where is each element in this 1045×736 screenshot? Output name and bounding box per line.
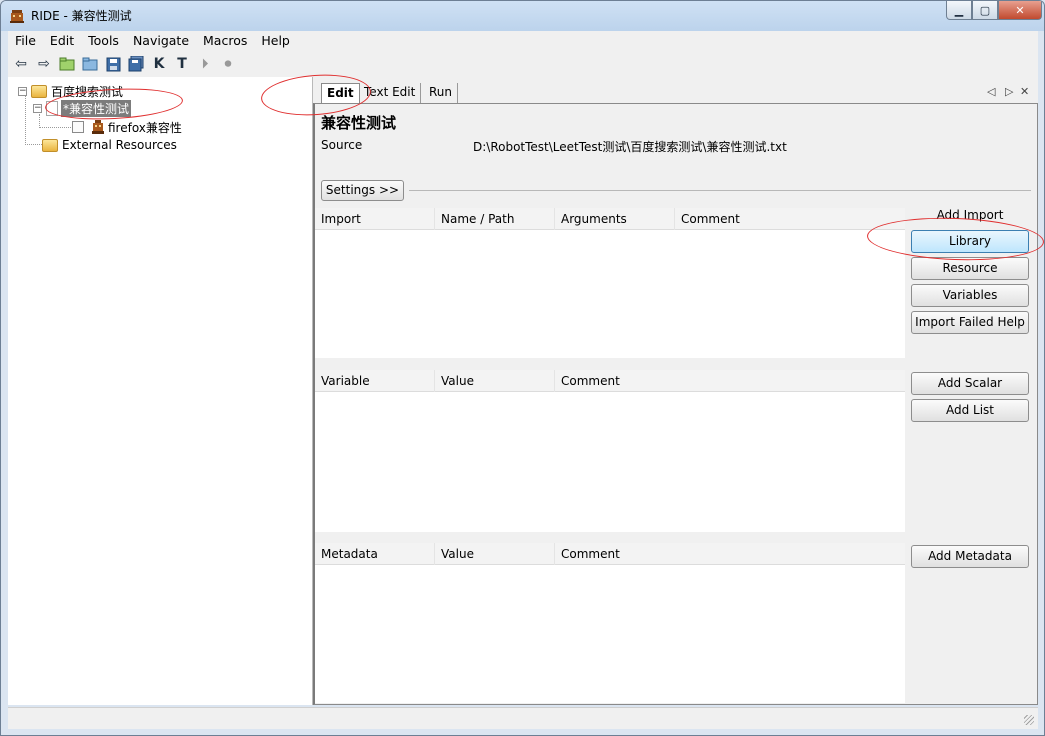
robot-test-icon bbox=[92, 120, 104, 134]
tab-edit[interactable]: Edit bbox=[321, 83, 360, 103]
suite-title: 兼容性测试 bbox=[321, 114, 397, 132]
tree-item-label: External Resources bbox=[62, 138, 177, 152]
metadata-table[interactable]: Metadata Value Comment bbox=[315, 543, 905, 703]
stop-icon[interactable]: ⏺ bbox=[219, 55, 237, 73]
folder-icon bbox=[31, 84, 47, 98]
column-header: Comment bbox=[561, 374, 620, 388]
column-header: Variable bbox=[315, 370, 435, 392]
ride-app-icon bbox=[10, 10, 24, 23]
column-header: Value bbox=[435, 543, 555, 565]
editor-area: Edit Text Edit Run ◁ ▷ ✕ 兼容性测试 Source D:… bbox=[313, 77, 1038, 705]
tab-text-edit[interactable]: Text Edit bbox=[359, 83, 422, 103]
file-icon bbox=[46, 100, 58, 116]
tree-panel: − 百度搜索测试 − *兼容性测试 firefox兼容性 External Re… bbox=[8, 77, 313, 705]
save-icon[interactable] bbox=[104, 55, 122, 73]
tree-item-label: firefox兼容性 bbox=[108, 120, 182, 135]
title-bar: RIDE - 兼容性测试 ▁ ▢ ✕ bbox=[1, 1, 1044, 31]
open-folder-icon[interactable] bbox=[58, 55, 76, 73]
column-header: Arguments bbox=[555, 208, 675, 230]
resize-grip-icon[interactable] bbox=[1024, 715, 1034, 725]
menu-edit[interactable]: Edit bbox=[43, 31, 81, 51]
run-icon[interactable]: ⏵ bbox=[196, 55, 214, 73]
open-directory-icon[interactable] bbox=[81, 55, 99, 73]
add-metadata-button[interactable]: Add Metadata bbox=[911, 545, 1029, 568]
tree-item-test[interactable]: firefox兼容性 bbox=[72, 118, 182, 136]
search-keywords-icon[interactable]: K bbox=[150, 55, 168, 73]
save-all-icon[interactable] bbox=[127, 55, 145, 73]
column-header: Metadata bbox=[315, 543, 435, 565]
maximize-button[interactable]: ▢ bbox=[972, 1, 998, 20]
add-list-button[interactable]: Add List bbox=[911, 399, 1029, 422]
window-controls: ▁ ▢ ✕ bbox=[946, 1, 1042, 20]
ride-window: RIDE - 兼容性测试 ▁ ▢ ✕ File Edit Tools Navig… bbox=[0, 0, 1045, 736]
import-failed-help-button[interactable]: Import Failed Help bbox=[911, 311, 1029, 334]
tree-item-suite[interactable]: − *兼容性测试 bbox=[33, 99, 132, 117]
menu-help[interactable]: Help bbox=[254, 31, 297, 51]
tree-item-label: 百度搜索测试 bbox=[51, 84, 124, 99]
add-import-label: Add Import bbox=[936, 208, 1004, 222]
menu-tools[interactable]: Tools bbox=[81, 31, 126, 51]
settings-divider bbox=[409, 190, 1031, 191]
menu-macros[interactable]: Macros bbox=[196, 31, 254, 51]
add-library-button[interactable]: Library bbox=[911, 230, 1029, 253]
test-checkbox[interactable] bbox=[72, 121, 84, 133]
add-variables-button[interactable]: Variables bbox=[911, 284, 1029, 307]
menu-bar: File Edit Tools Navigate Macros Help bbox=[8, 31, 1038, 51]
add-scalar-button[interactable]: Add Scalar bbox=[911, 372, 1029, 395]
column-header: Import bbox=[315, 208, 435, 230]
back-icon[interactable]: ⇦ bbox=[12, 55, 30, 73]
edit-tab-content: 兼容性测试 Source D:\RobotTest\LeetTest测试\百度搜… bbox=[313, 103, 1038, 705]
folder-icon bbox=[42, 138, 58, 152]
window-title: RIDE - 兼容性测试 bbox=[31, 9, 132, 23]
menu-file[interactable]: File bbox=[8, 31, 43, 51]
status-bar bbox=[8, 707, 1038, 729]
tab-scroll-left-icon[interactable]: ◁ bbox=[987, 85, 995, 98]
variable-table[interactable]: Variable Value Comment bbox=[315, 370, 905, 532]
tree-item-root-suite[interactable]: − 百度搜索测试 bbox=[18, 82, 123, 100]
import-table-header: Import Name / Path Arguments Comment bbox=[315, 208, 905, 230]
tree-item-external-resources[interactable]: External Resources bbox=[42, 136, 177, 154]
metadata-table-header: Metadata Value Comment bbox=[315, 543, 905, 565]
forward-icon[interactable]: ⇨ bbox=[35, 55, 53, 73]
column-header: Value bbox=[435, 370, 555, 392]
tab-close-icon[interactable]: ✕ bbox=[1020, 85, 1029, 98]
settings-toggle-button[interactable]: Settings >> bbox=[321, 180, 404, 201]
column-header: Comment bbox=[561, 547, 620, 561]
search-tests-icon[interactable]: T bbox=[173, 55, 191, 73]
source-label: Source bbox=[321, 138, 363, 152]
import-table[interactable]: Import Name / Path Arguments Comment bbox=[315, 208, 905, 358]
tab-strip: Edit Text Edit Run ◁ ▷ ✕ bbox=[313, 77, 1038, 103]
tab-run[interactable]: Run bbox=[424, 83, 459, 103]
close-button[interactable]: ✕ bbox=[998, 1, 1042, 20]
tree-connector bbox=[25, 144, 42, 145]
tab-scroll-right-icon[interactable]: ▷ bbox=[1005, 85, 1013, 98]
add-resource-button[interactable]: Resource bbox=[911, 257, 1029, 280]
tree-connector bbox=[25, 96, 26, 145]
minimize-button[interactable]: ▁ bbox=[946, 1, 972, 20]
collapse-icon[interactable]: − bbox=[18, 86, 27, 96]
variable-table-header: Variable Value Comment bbox=[315, 370, 905, 392]
column-header: Name / Path bbox=[435, 208, 555, 230]
tree-item-label: *兼容性测试 bbox=[61, 99, 132, 117]
column-header: Comment bbox=[681, 212, 740, 226]
tree-connector bbox=[39, 127, 73, 128]
toolbar: ⇦ ⇨ K T ⏵ ⏺ bbox=[8, 51, 1038, 77]
menu-navigate[interactable]: Navigate bbox=[126, 31, 196, 51]
source-path: D:\RobotTest\LeetTest测试\百度搜索测试\兼容性测试.txt bbox=[473, 140, 787, 154]
collapse-icon[interactable]: − bbox=[33, 103, 42, 113]
